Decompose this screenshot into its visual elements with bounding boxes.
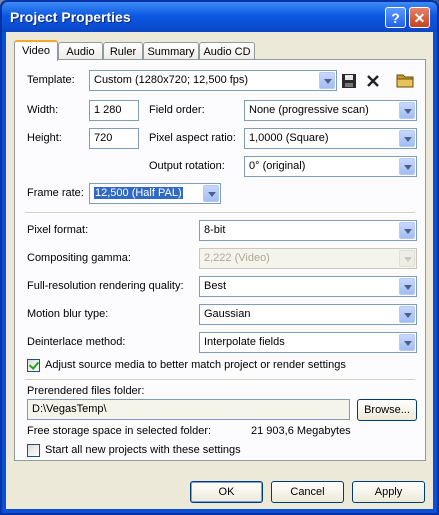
template-value: Custom (1280x720; 12,500 fps) bbox=[94, 74, 249, 86]
deinterlace-value: Interpolate fields bbox=[204, 336, 285, 348]
free-storage-value: 21 903,6 Megabytes bbox=[251, 425, 351, 437]
compositing-gamma-combo: 2,222 (Video) bbox=[199, 248, 417, 269]
browse-button[interactable]: Browse... bbox=[357, 399, 417, 421]
chevron-down-icon[interactable] bbox=[399, 102, 415, 119]
project-properties-window: Project Properties ? ✕ Video Audio Ruler… bbox=[0, 0, 439, 515]
height-label: Height: bbox=[27, 132, 62, 144]
field-order-combo[interactable]: None (progressive scan) bbox=[244, 100, 417, 121]
field-order-label: Field order: bbox=[149, 104, 205, 116]
chevron-down-icon[interactable] bbox=[319, 72, 335, 89]
output-rotation-value: 0° (original) bbox=[249, 160, 306, 172]
prerendered-folder-field[interactable]: D:\VegasTemp\ bbox=[27, 399, 350, 420]
adjust-source-label[interactable]: Adjust source media to better match proj… bbox=[45, 359, 346, 371]
close-button[interactable]: ✕ bbox=[409, 7, 430, 28]
frame-rate-combo[interactable]: 12,500 (Half PAL) bbox=[89, 183, 221, 204]
save-icon[interactable] bbox=[340, 72, 358, 90]
pixel-format-combo[interactable]: 8-bit bbox=[199, 220, 417, 241]
divider bbox=[25, 212, 415, 214]
checkmark-icon bbox=[28, 359, 40, 370]
frame-rate-label: Frame rate: bbox=[27, 187, 84, 199]
prerendered-label: Prerendered files folder: bbox=[27, 385, 145, 397]
frame-rate-value: 12,500 (Half PAL) bbox=[94, 187, 183, 199]
video-tab-panel: Template: Custom (1280x720; 12,500 fps) … bbox=[14, 59, 426, 461]
title-bar[interactable]: Project Properties ? ✕ bbox=[2, 2, 437, 32]
chevron-down-icon[interactable] bbox=[203, 185, 219, 202]
template-combo[interactable]: Custom (1280x720; 12,500 fps) bbox=[89, 70, 337, 91]
motion-blur-label: Motion blur type: bbox=[27, 308, 109, 320]
start-all-label[interactable]: Start all new projects with these settin… bbox=[45, 444, 241, 456]
output-rotation-label: Output rotation: bbox=[149, 160, 225, 172]
motion-blur-combo[interactable]: Gaussian bbox=[199, 304, 417, 325]
chevron-down-icon[interactable] bbox=[399, 334, 415, 351]
rendering-quality-combo[interactable]: Best bbox=[199, 276, 417, 297]
pixel-aspect-value: 1,0000 (Square) bbox=[249, 132, 329, 144]
start-all-checkbox[interactable] bbox=[27, 444, 40, 457]
width-field[interactable]: 1 280 bbox=[89, 100, 139, 121]
tab-video[interactable]: Video bbox=[14, 40, 58, 61]
tab-ruler[interactable]: Ruler bbox=[103, 42, 143, 60]
help-button[interactable]: ? bbox=[385, 7, 406, 28]
deinterlace-combo[interactable]: Interpolate fields bbox=[199, 332, 417, 353]
apply-button[interactable]: Apply bbox=[352, 481, 425, 503]
chevron-down-icon[interactable] bbox=[399, 130, 415, 147]
delete-icon[interactable] bbox=[364, 72, 382, 90]
tab-audio[interactable]: Audio bbox=[58, 42, 103, 60]
field-order-value: None (progressive scan) bbox=[249, 104, 369, 116]
pixel-format-label: Pixel format: bbox=[27, 224, 89, 236]
folder-icon[interactable] bbox=[396, 71, 414, 89]
pixel-aspect-combo[interactable]: 1,0000 (Square) bbox=[244, 128, 417, 149]
cancel-button[interactable]: Cancel bbox=[271, 481, 344, 503]
dialog-client: Video Audio Ruler Summary Audio CD Templ… bbox=[6, 32, 433, 509]
chevron-down-icon[interactable] bbox=[399, 278, 415, 295]
tab-summary[interactable]: Summary bbox=[143, 42, 199, 60]
window-title: Project Properties bbox=[10, 9, 131, 25]
chevron-down-icon[interactable] bbox=[399, 158, 415, 175]
divider bbox=[25, 379, 415, 381]
output-rotation-combo[interactable]: 0° (original) bbox=[244, 156, 417, 177]
deinterlace-label: Deinterlace method: bbox=[27, 336, 126, 348]
compositing-gamma-label: Compositing gamma: bbox=[27, 252, 131, 264]
chevron-down-icon[interactable] bbox=[399, 306, 415, 323]
chevron-down-icon[interactable] bbox=[399, 222, 415, 239]
pixel-aspect-label: Pixel aspect ratio: bbox=[149, 132, 236, 144]
ok-button[interactable]: OK bbox=[190, 481, 263, 503]
compositing-gamma-value: 2,222 (Video) bbox=[204, 252, 270, 264]
pixel-format-value: 8-bit bbox=[204, 224, 226, 236]
free-storage-label: Free storage space in selected folder: bbox=[27, 425, 212, 437]
adjust-source-checkbox[interactable] bbox=[27, 359, 40, 372]
height-field[interactable]: 720 bbox=[89, 128, 139, 149]
width-label: Width: bbox=[27, 104, 59, 116]
template-label: Template: bbox=[27, 74, 75, 86]
chevron-down-icon bbox=[399, 250, 415, 267]
rendering-quality-value: Best bbox=[204, 280, 227, 292]
rendering-quality-label: Full-resolution rendering quality: bbox=[27, 280, 184, 292]
tab-audio-cd[interactable]: Audio CD bbox=[199, 42, 255, 60]
motion-blur-value: Gaussian bbox=[204, 308, 251, 320]
